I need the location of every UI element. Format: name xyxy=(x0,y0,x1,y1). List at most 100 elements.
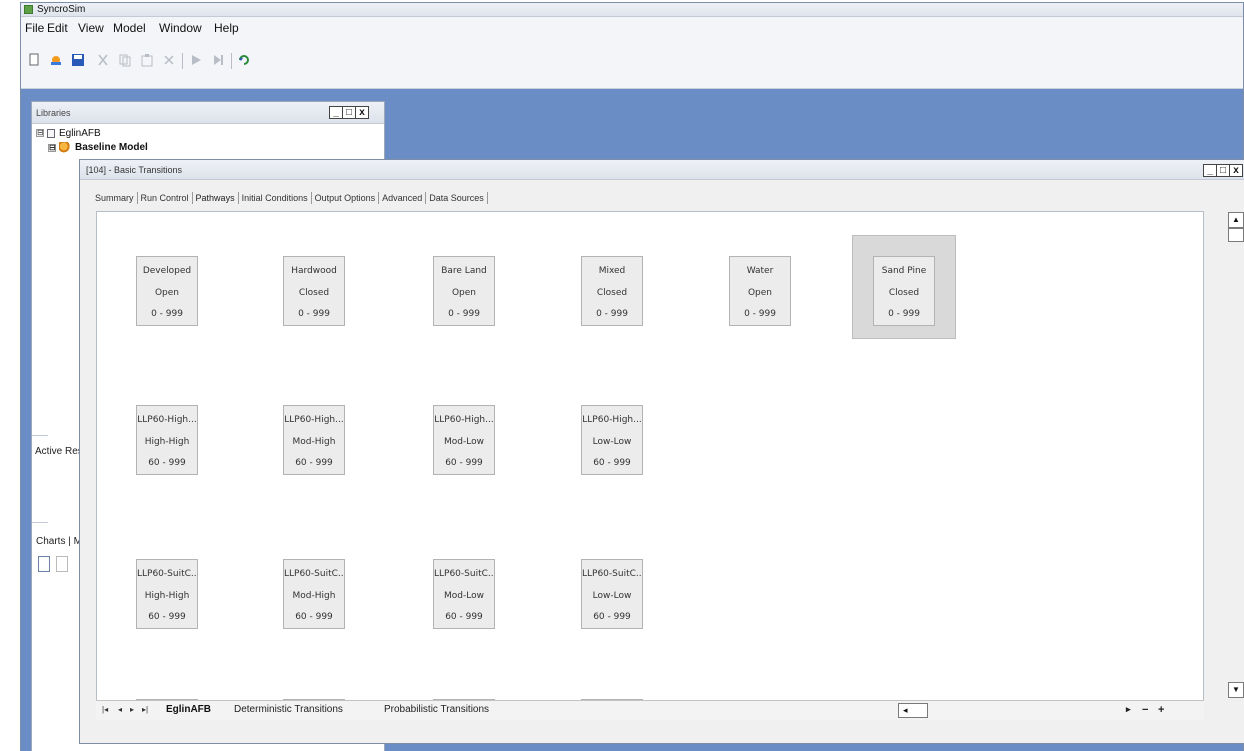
last-sheet-button[interactable]: ▸| xyxy=(142,705,148,714)
menu-edit[interactable]: Edit xyxy=(47,21,68,35)
sheet-tab-bar: |◂ ◂ ▸ ▸| EglinAFB Deterministic Transit… xyxy=(96,700,1204,720)
state-class-age-range: 60 - 999 xyxy=(148,612,186,622)
collapse-icon[interactable]: ⊟ xyxy=(36,129,44,138)
save-icon[interactable] xyxy=(71,53,85,67)
libraries-title-bar: Libraries _ □ x xyxy=(32,102,384,124)
menu-help[interactable]: Help xyxy=(214,21,239,35)
sheet-tab-deterministic[interactable]: Deterministic Transitions xyxy=(234,704,343,715)
menu-model[interactable]: Model xyxy=(113,21,146,35)
close-button[interactable]: x xyxy=(355,106,369,119)
prev-sheet-button[interactable]: ◂ xyxy=(118,705,122,714)
library-icon xyxy=(47,128,55,138)
scenario-title: [104] - Basic Transitions xyxy=(86,165,183,175)
state-class-structure: Open xyxy=(451,288,477,298)
state-class-box[interactable]: LLP60-High... Low-Low 60 - 999 xyxy=(581,405,643,475)
state-class-name: Developed xyxy=(142,266,192,276)
maximize-button[interactable]: □ xyxy=(1216,164,1230,177)
toolbar xyxy=(21,37,1243,89)
open-icon[interactable] xyxy=(49,53,63,67)
scenario-window: [104] - Basic Transitions _ □ x Summary … xyxy=(79,159,1244,744)
zoom-out-button[interactable]: − xyxy=(1142,704,1148,716)
state-class-name: Mixed xyxy=(598,266,626,276)
copy-icon[interactable] xyxy=(118,53,132,67)
scroll-down-icon[interactable]: ▼ xyxy=(1228,682,1244,698)
first-sheet-button[interactable]: |◂ xyxy=(102,705,108,714)
state-class-structure: Closed xyxy=(298,288,330,298)
state-class-age-range: 0 - 999 xyxy=(298,309,330,319)
state-class-box[interactable]: Bare Land Open 0 - 999 xyxy=(433,256,495,326)
state-class-age-range: 60 - 999 xyxy=(593,458,631,468)
delete-icon[interactable] xyxy=(162,53,176,67)
state-class-age-range: 60 - 999 xyxy=(445,458,483,468)
minimize-button[interactable]: _ xyxy=(329,106,343,119)
toolbar-separator xyxy=(182,53,183,69)
mdi-workspace: Libraries _ □ x ⊟ EglinAFB ⊟ Baseline Mode… xyxy=(21,90,1244,751)
state-class-age-range: 60 - 999 xyxy=(593,612,631,622)
tree-item-library[interactable]: ⊟ EglinAFB xyxy=(36,128,148,142)
run-all-icon[interactable] xyxy=(211,53,225,67)
state-class-name: Bare Land xyxy=(441,266,487,276)
state-class-name: Water xyxy=(746,266,774,276)
scenario-title-bar: [104] - Basic Transitions _ □ x xyxy=(80,160,1244,180)
chart-copy-icon[interactable] xyxy=(56,556,68,572)
state-class-box[interactable]: LLP60-High... Mod-Low 60 - 999 xyxy=(433,405,495,475)
cut-icon[interactable] xyxy=(96,53,110,67)
state-class-structure: Mod-High xyxy=(292,437,336,447)
state-class-age-range: 0 - 999 xyxy=(151,309,183,319)
tab-data-sources[interactable]: Data Sources xyxy=(426,192,488,204)
state-class-box[interactable]: Water Open 0 - 999 xyxy=(729,256,791,326)
state-class-box[interactable]: LLP60-SuitC... Mod-Low 60 - 999 xyxy=(433,559,495,629)
state-class-structure: Mod-High xyxy=(292,591,336,601)
state-class-age-range: 0 - 999 xyxy=(596,309,628,319)
scroll-thumb[interactable] xyxy=(1228,228,1244,242)
menu-file[interactable]: File xyxy=(25,21,44,35)
state-class-box[interactable]: Hardwood Closed 0 - 999 xyxy=(283,256,345,326)
refresh-icon[interactable] xyxy=(237,53,251,67)
paste-icon[interactable] xyxy=(140,53,154,67)
sheet-tab-eglinafb[interactable]: EglinAFB xyxy=(166,704,211,715)
next-sheet-button[interactable]: ▸ xyxy=(130,705,134,714)
toolbar-separator xyxy=(231,53,232,69)
sheet-tab-probabilistic[interactable]: Probabilistic Transitions xyxy=(384,704,489,715)
tab-summary[interactable]: Summary xyxy=(92,192,138,204)
state-class-name: LLP60-SuitC... xyxy=(434,569,494,579)
horizontal-scroll-thumb[interactable]: ◂ xyxy=(898,703,928,718)
close-button[interactable]: x xyxy=(1229,164,1243,177)
charts-tab[interactable]: Charts | M xyxy=(36,536,82,547)
run-icon[interactable] xyxy=(189,53,203,67)
state-class-age-range: 0 - 999 xyxy=(744,309,776,319)
menu-window[interactable]: Window xyxy=(159,21,202,35)
new-chart-icon[interactable] xyxy=(38,556,50,572)
zoom-in-button[interactable]: + xyxy=(1158,704,1164,716)
state-class-box[interactable]: Developed Open 0 - 999 xyxy=(136,256,198,326)
state-class-box[interactable]: LLP60-SuitC... Low-Low 60 - 999 xyxy=(581,559,643,629)
new-icon[interactable] xyxy=(27,53,41,67)
tab-output-options[interactable]: Output Options xyxy=(312,192,380,204)
tab-advanced[interactable]: Advanced xyxy=(379,192,427,204)
syncrosim-window: SyncroSim File Edit View Model Window He… xyxy=(20,2,1244,751)
state-class-structure: High-High xyxy=(144,591,190,601)
scroll-right-icon[interactable]: ▸ xyxy=(1126,704,1131,715)
state-class-box-selected[interactable]: Sand Pine Closed 0 - 999 xyxy=(873,256,935,326)
tab-pathways[interactable]: Pathways xyxy=(193,192,239,204)
tab-initial-conditions[interactable]: Initial Conditions xyxy=(239,192,312,204)
tree-item-label: EglinAFB xyxy=(59,128,101,139)
state-class-age-range: 0 - 999 xyxy=(888,309,920,319)
state-class-box[interactable]: LLP60-SuitC... High-High 60 - 999 xyxy=(136,559,198,629)
state-class-box[interactable]: LLP60-High... Mod-High 60 - 999 xyxy=(283,405,345,475)
collapse-icon[interactable]: ⊟ xyxy=(48,143,56,152)
pathways-diagram[interactable]: Developed Open 0 - 999 Hardwood Closed 0… xyxy=(96,211,1204,715)
scroll-up-icon[interactable]: ▲ xyxy=(1228,212,1244,228)
vertical-scrollbar[interactable]: ▲ xyxy=(1228,212,1244,706)
state-class-age-range: 60 - 999 xyxy=(148,458,186,468)
state-class-structure: Open xyxy=(154,288,180,298)
minimize-button[interactable]: _ xyxy=(1203,164,1217,177)
maximize-button[interactable]: □ xyxy=(342,106,356,119)
tree-item-model[interactable]: ⊟ Baseline Model xyxy=(36,142,148,156)
state-class-box[interactable]: Mixed Closed 0 - 999 xyxy=(581,256,643,326)
state-class-box[interactable]: LLP60-High... High-High 60 - 999 xyxy=(136,405,198,475)
menu-view[interactable]: View xyxy=(78,21,104,35)
state-class-structure: High-High xyxy=(144,437,190,447)
state-class-box[interactable]: LLP60-SuitC... Mod-High 60 - 999 xyxy=(283,559,345,629)
tab-run-control[interactable]: Run Control xyxy=(138,192,193,204)
